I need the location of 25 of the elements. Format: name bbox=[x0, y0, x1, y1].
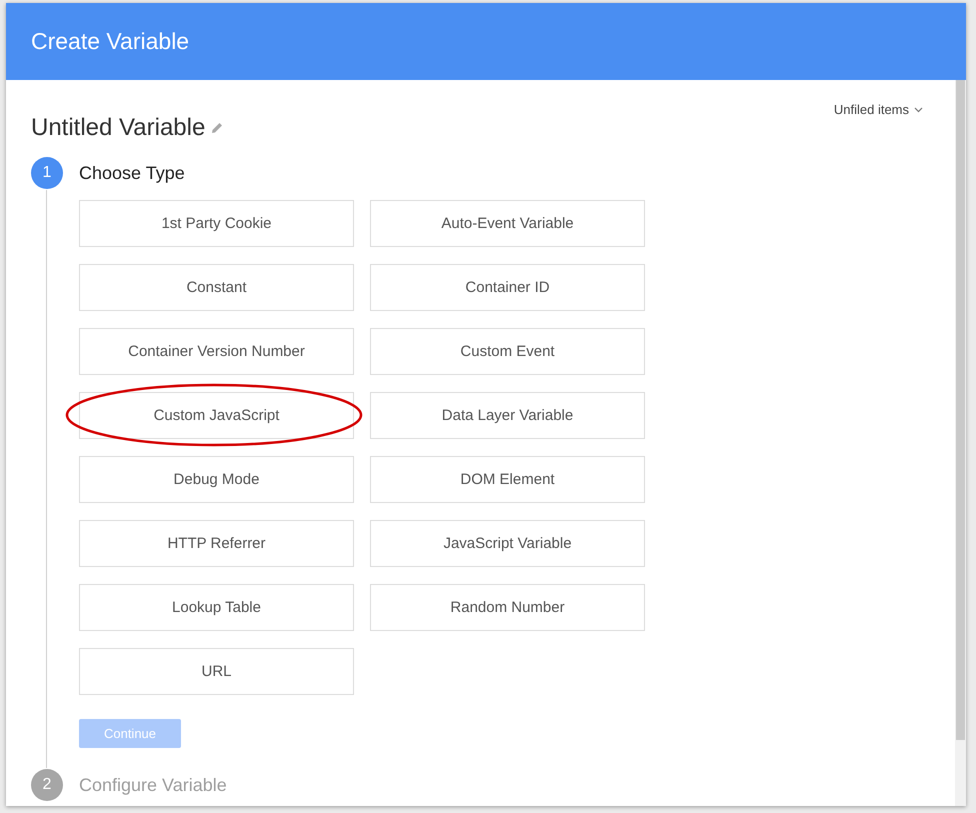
variable-type-option[interactable]: Data Layer Variable bbox=[370, 392, 645, 439]
variable-type-option[interactable]: 1st Party Cookie bbox=[79, 200, 354, 247]
variable-type-option[interactable]: Constant bbox=[79, 264, 354, 311]
scrollbar[interactable] bbox=[955, 80, 966, 806]
step-number: 1 bbox=[31, 157, 63, 189]
dialog-title: Create Variable bbox=[31, 28, 190, 55]
step-number: 2 bbox=[31, 769, 63, 801]
variable-type-option[interactable]: DOM Element bbox=[370, 456, 645, 503]
variable-type-option[interactable]: JavaScript Variable bbox=[370, 520, 645, 567]
step-title: Configure Variable bbox=[79, 774, 227, 796]
pencil-icon[interactable] bbox=[211, 122, 224, 134]
variable-type-option[interactable]: Container Version Number bbox=[79, 328, 354, 375]
variable-name: Untitled Variable bbox=[31, 114, 206, 142]
variable-type-option[interactable]: Custom JavaScript bbox=[79, 392, 354, 439]
variable-type-option[interactable]: Lookup Table bbox=[79, 584, 354, 631]
chevron-icon bbox=[914, 106, 923, 112]
variable-type-option[interactable]: Custom Event bbox=[370, 328, 645, 375]
variable-type-option[interactable]: Auto-Event Variable bbox=[370, 200, 645, 247]
variable-type-option[interactable]: URL bbox=[79, 648, 354, 695]
step-title: Choose Type bbox=[79, 162, 185, 184]
variable-type-option[interactable]: Debug Mode bbox=[79, 456, 354, 503]
variable-type-option[interactable]: Random Number bbox=[370, 584, 645, 631]
variable-type-option[interactable]: HTTP Referrer bbox=[79, 520, 354, 567]
folder-dropdown[interactable]: Unfiled items bbox=[834, 102, 923, 117]
variable-type-option[interactable]: Container ID bbox=[370, 264, 645, 311]
